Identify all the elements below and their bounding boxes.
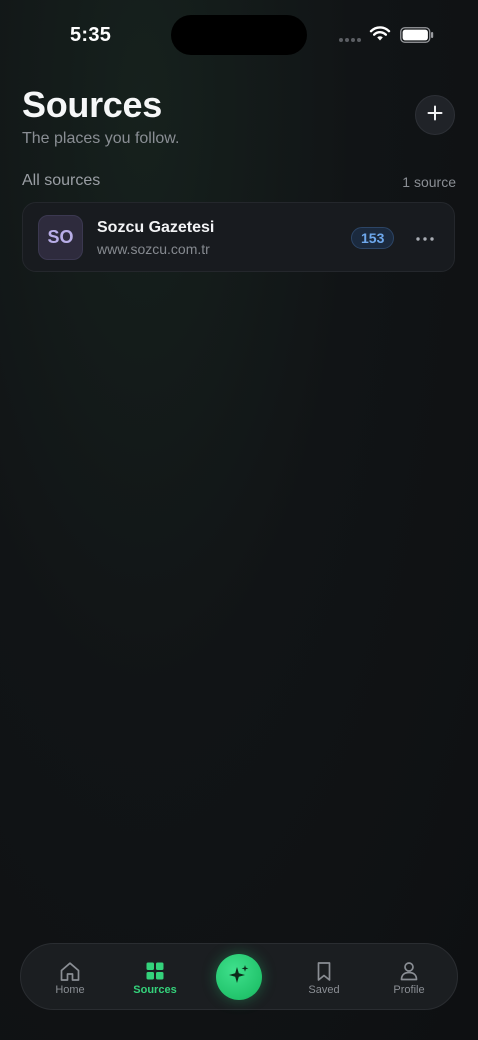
status-bar: 5:35: [0, 0, 478, 70]
tab-sources-label: Sources: [133, 984, 177, 996]
tab-home-label: Home: [55, 984, 85, 996]
page-subtitle: The places you follow.: [22, 130, 180, 147]
sources-screen: 5:35 Sources The places you follow. All …: [0, 0, 478, 1040]
bottom-tab-bar: Home Sources Saved Profile: [20, 943, 458, 1010]
person-icon: [399, 960, 419, 982]
source-url: www.sozcu.com.tr: [97, 241, 210, 257]
dynamic-island: [171, 15, 307, 55]
tab-profile[interactable]: Profile: [379, 944, 439, 1011]
home-icon: [59, 960, 81, 982]
more-options-button[interactable]: [413, 225, 437, 249]
article-count-badge: 153: [351, 227, 395, 249]
section-label: All sources: [22, 172, 101, 189]
bookmark-icon: [316, 960, 332, 982]
tab-profile-label: Profile: [393, 984, 425, 996]
tab-saved-label: Saved: [308, 984, 340, 996]
source-card[interactable]: SO Sozcu Gazetesi www.sozcu.com.tr 153: [22, 202, 455, 272]
plus-icon: [427, 105, 443, 126]
ai-assistant-button[interactable]: [216, 954, 262, 1000]
cellular-signal-icon: [339, 38, 361, 42]
tab-sources[interactable]: Sources: [125, 944, 185, 1011]
source-count: 1 source: [402, 174, 456, 190]
source-avatar: SO: [38, 215, 83, 260]
wifi-icon: [369, 25, 391, 47]
page-title: Sources: [22, 84, 162, 125]
grid-icon: [146, 960, 164, 982]
ellipsis-icon: [416, 228, 434, 246]
add-source-button[interactable]: [415, 95, 455, 135]
source-name: Sozcu Gazetesi: [97, 219, 215, 236]
battery-icon: [400, 27, 434, 48]
tab-saved[interactable]: Saved: [294, 944, 354, 1011]
sparkle-icon: [227, 963, 251, 992]
tab-home[interactable]: Home: [40, 944, 100, 1011]
status-time: 5:35: [70, 24, 112, 46]
